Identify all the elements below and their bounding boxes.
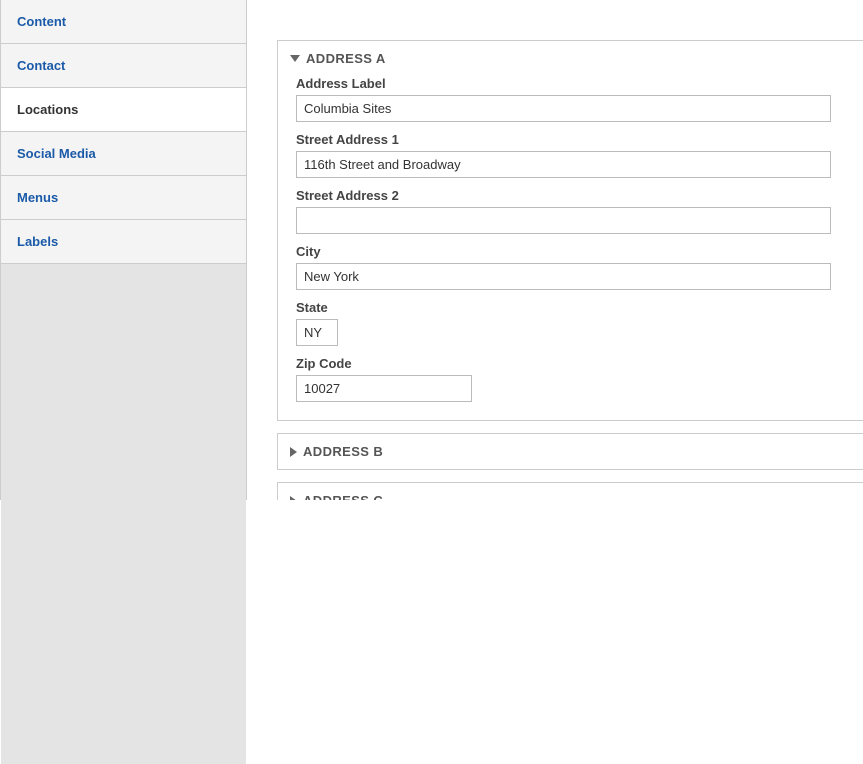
sidebar-tab-content[interactable]: Content (1, 0, 246, 44)
fieldset-toggle-address-b[interactable]: ADDRESS B (278, 434, 863, 469)
street1-input[interactable] (296, 151, 831, 178)
field-label-state: State (296, 300, 845, 315)
field-label-address-label: Address Label (296, 76, 845, 91)
zip-input[interactable] (296, 375, 472, 402)
fieldset-toggle-address-c[interactable]: ADDRESS C (278, 483, 863, 500)
fieldset-title: ADDRESS A (306, 51, 386, 66)
chevron-down-icon (290, 55, 300, 62)
sidebar-tab-social-media[interactable]: Social Media (1, 132, 246, 176)
fieldset-title: ADDRESS B (303, 444, 383, 459)
field-label-street1: Street Address 1 (296, 132, 845, 147)
fieldset-body-address-a: Address Label Street Address 1 Street Ad… (278, 76, 863, 416)
field-label-city: City (296, 244, 845, 259)
street2-input[interactable] (296, 207, 831, 234)
sidebar-tab-labels[interactable]: Labels (1, 220, 246, 264)
fieldset-address-c: ADDRESS C (277, 482, 863, 500)
field-zip: Zip Code (296, 356, 845, 402)
sidebar-tab-contact[interactable]: Contact (1, 44, 246, 88)
fieldset-toggle-address-a[interactable]: ADDRESS A (278, 41, 863, 76)
field-state: State (296, 300, 845, 346)
sidebar-tab-locations[interactable]: Locations (1, 88, 246, 132)
chevron-right-icon (290, 496, 297, 501)
field-label-street2: Street Address 2 (296, 188, 845, 203)
field-street2: Street Address 2 (296, 188, 845, 234)
sidebar-filler (1, 264, 246, 764)
address-label-input[interactable] (296, 95, 831, 122)
sidebar-tab-menus[interactable]: Menus (1, 176, 246, 220)
field-label-zip: Zip Code (296, 356, 845, 371)
fieldset-address-a: ADDRESS A Address Label Street Address 1… (277, 40, 863, 421)
state-input[interactable] (296, 319, 338, 346)
main-panel: ADDRESS A Address Label Street Address 1… (247, 0, 863, 500)
field-city: City (296, 244, 845, 290)
fieldset-title: ADDRESS C (303, 493, 383, 500)
chevron-right-icon (290, 447, 297, 457)
sidebar: Content Contact Locations Social Media M… (0, 0, 247, 500)
field-street1: Street Address 1 (296, 132, 845, 178)
field-address-label: Address Label (296, 76, 845, 122)
city-input[interactable] (296, 263, 831, 290)
fieldset-address-b: ADDRESS B (277, 433, 863, 470)
